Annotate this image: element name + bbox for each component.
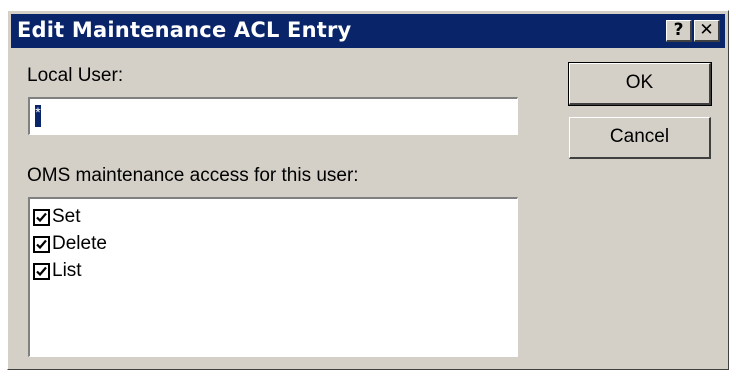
local-user-label: Local User: — [27, 65, 124, 86]
selected-text: * — [35, 105, 41, 127]
list-item-label: List — [52, 260, 82, 281]
close-button[interactable]: ✕ — [694, 20, 720, 42]
access-label: OMS maintenance access for this user: — [27, 165, 359, 186]
edit-maintenance-acl-dialog: Edit Maintenance ACL Entry ? ✕ Local Use… — [7, 10, 729, 370]
local-user-field[interactable]: * — [27, 96, 519, 136]
checkmark-icon — [36, 266, 47, 276]
dialog-title: Edit Maintenance ACL Entry — [17, 18, 352, 42]
list-item-label: Delete — [52, 233, 107, 254]
list-item-list[interactable]: List — [33, 259, 82, 283]
checkmark-icon — [36, 239, 47, 249]
access-listbox[interactable]: Set Delete List — [28, 197, 518, 357]
checkmark-icon — [36, 212, 47, 222]
ok-button[interactable]: OK — [568, 62, 712, 106]
delete-checkbox[interactable] — [33, 235, 50, 253]
set-checkbox[interactable] — [33, 208, 50, 226]
list-item-set[interactable]: Set — [33, 205, 81, 229]
help-icon: ? — [673, 20, 684, 40]
title-bar[interactable]: Edit Maintenance ACL Entry ? ✕ — [11, 14, 725, 48]
close-icon: ✕ — [699, 20, 714, 40]
list-checkbox[interactable] — [33, 262, 50, 280]
list-item-delete[interactable]: Delete — [33, 232, 107, 256]
list-item-label: Set — [52, 206, 81, 227]
help-button[interactable]: ? — [666, 20, 692, 42]
cancel-button[interactable]: Cancel — [569, 117, 711, 159]
